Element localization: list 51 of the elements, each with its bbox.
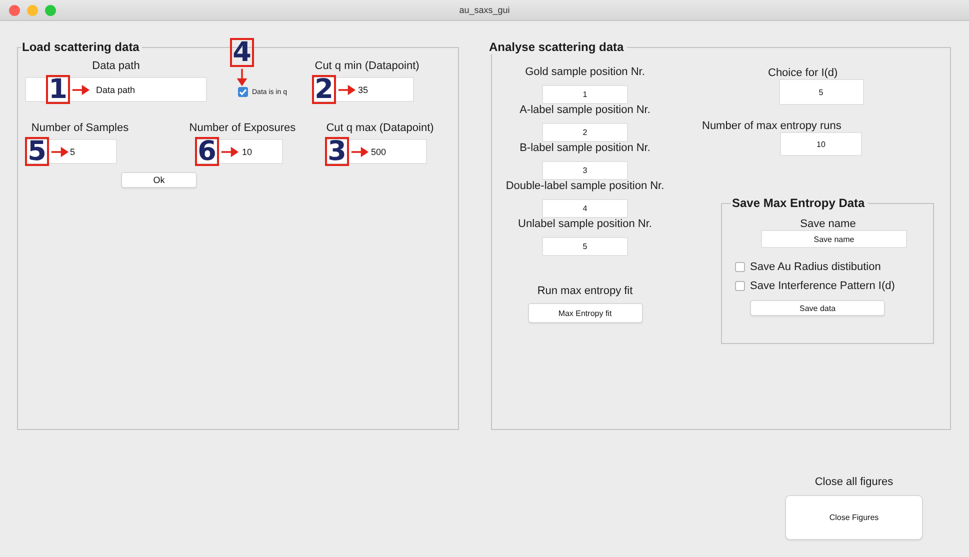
field-label: Close all figures <box>814 476 894 488</box>
zoom-button[interactable] <box>45 4 56 16</box>
field-label: Number of max entropy runs <box>702 120 842 132</box>
annotation-badge: 5 <box>25 137 49 166</box>
field-label: Cut q min (Datapoint) <box>314 60 420 72</box>
field-label: Run max entropy fit <box>537 285 633 297</box>
field-label: Number of Exposures <box>189 122 296 134</box>
panel-title: Load scattering data <box>21 40 140 54</box>
arrow-icon <box>220 146 240 158</box>
field-label: Choice for I(d) <box>768 67 838 79</box>
input-field[interactable]: 4 <box>542 199 628 218</box>
annotation-badge: 1 <box>46 75 70 104</box>
checkbox[interactable] <box>735 281 745 291</box>
input-field[interactable]: 1 <box>542 85 628 104</box>
close-figures-button[interactable]: Close Figures <box>785 495 923 540</box>
annotation-badge: 3 <box>325 137 349 166</box>
field-label: Number of Samples <box>31 122 129 134</box>
close-button[interactable] <box>9 4 20 16</box>
checkbox-label: Save Au Radius distibution <box>750 261 881 273</box>
arrow-icon <box>236 68 248 87</box>
field-label: A-label sample position Nr. <box>520 104 650 116</box>
checkbox[interactable] <box>735 262 745 272</box>
minimize-button[interactable] <box>27 4 38 16</box>
arrow-icon <box>50 146 70 158</box>
field-label: Cut q max (Datapoint) <box>326 122 434 134</box>
annotation-badge: 4 <box>230 38 254 67</box>
input-field[interactable]: 2 <box>542 123 628 142</box>
field-label: Double-label sample position Nr. <box>506 180 664 192</box>
annotation-badge: 2 <box>312 75 336 104</box>
arrow-icon <box>337 84 358 96</box>
ok-button[interactable]: Ok <box>121 172 197 188</box>
field-label: Save name <box>800 218 856 230</box>
input-field[interactable]: Save name <box>761 230 907 248</box>
input-field[interactable]: 10 <box>780 132 862 156</box>
field-label: Unlabel sample position Nr. <box>518 218 652 230</box>
arrow-icon <box>350 146 370 158</box>
input-field[interactable]: 3 <box>542 161 628 180</box>
max-entropy-fit-button[interactable]: Max Entropy fit <box>528 303 642 323</box>
window-title: au_saxs_gui <box>459 5 510 15</box>
annotation-badge: 6 <box>195 137 219 166</box>
save-data-button[interactable]: Save data <box>750 300 885 316</box>
input-field[interactable]: 5 <box>778 79 864 105</box>
arrow-icon <box>71 84 91 96</box>
checkbox[interactable] <box>238 87 248 97</box>
field-label: B-label sample position Nr. <box>520 142 650 154</box>
panel-title: Analyse scattering data <box>488 40 625 54</box>
checkbox-label: Save Interference Pattern I(d) <box>750 280 895 292</box>
input-field[interactable]: 5 <box>542 237 628 256</box>
field-label: Gold sample position Nr. <box>525 66 645 78</box>
field-label: Data path <box>92 60 140 72</box>
panel-title: Save Max Entropy Data <box>731 196 866 210</box>
